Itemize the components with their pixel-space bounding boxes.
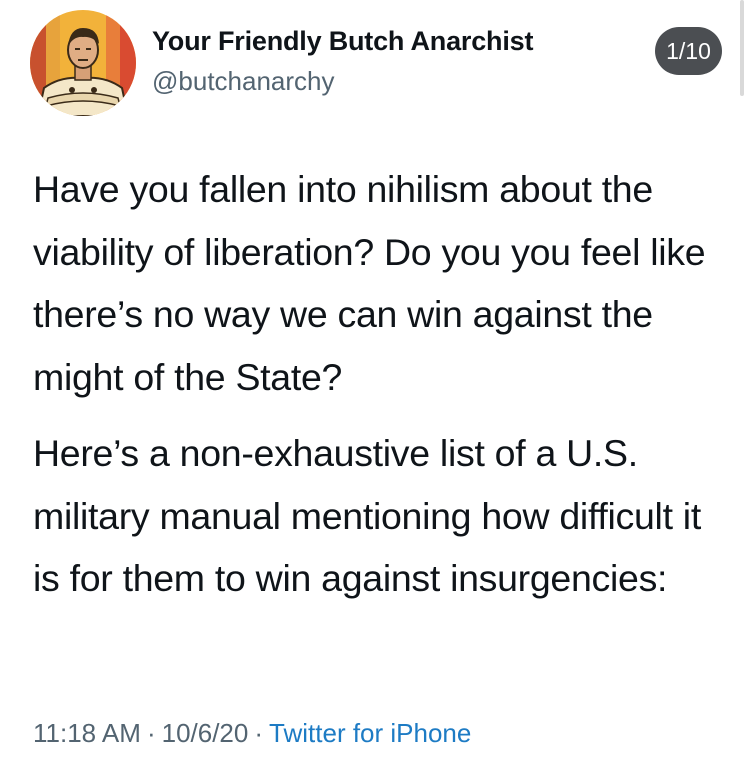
tweet-date[interactable]: 10/6/20: [162, 718, 249, 748]
tweet-paragraph: Here’s a non-exhaustive list of a U.S. m…: [33, 432, 701, 599]
tweet-source-link[interactable]: Twitter for iPhone: [269, 718, 471, 748]
scrollbar[interactable]: [740, 0, 744, 96]
tweet-body: Have you fallen into nihilism about the …: [33, 158, 733, 610]
meta-separator: ·: [254, 718, 264, 748]
thread-counter-badge: 1/10: [655, 27, 722, 75]
tweet: Your Friendly Butch Anarchist @butchanar…: [0, 0, 750, 779]
tweet-paragraph: Have you fallen into nihilism about the …: [33, 168, 706, 398]
tweet-meta: 11:18 AM · 10/6/20 · Twitter for iPhone: [33, 718, 471, 749]
author-avatar[interactable]: [30, 10, 136, 116]
anarchist-portrait-avatar-icon: [30, 10, 136, 116]
author-display-name[interactable]: Your Friendly Butch Anarchist: [152, 26, 533, 57]
meta-separator: ·: [146, 718, 156, 748]
author-handle[interactable]: @butchanarchy: [152, 66, 335, 97]
tweet-time[interactable]: 11:18 AM: [33, 718, 141, 748]
